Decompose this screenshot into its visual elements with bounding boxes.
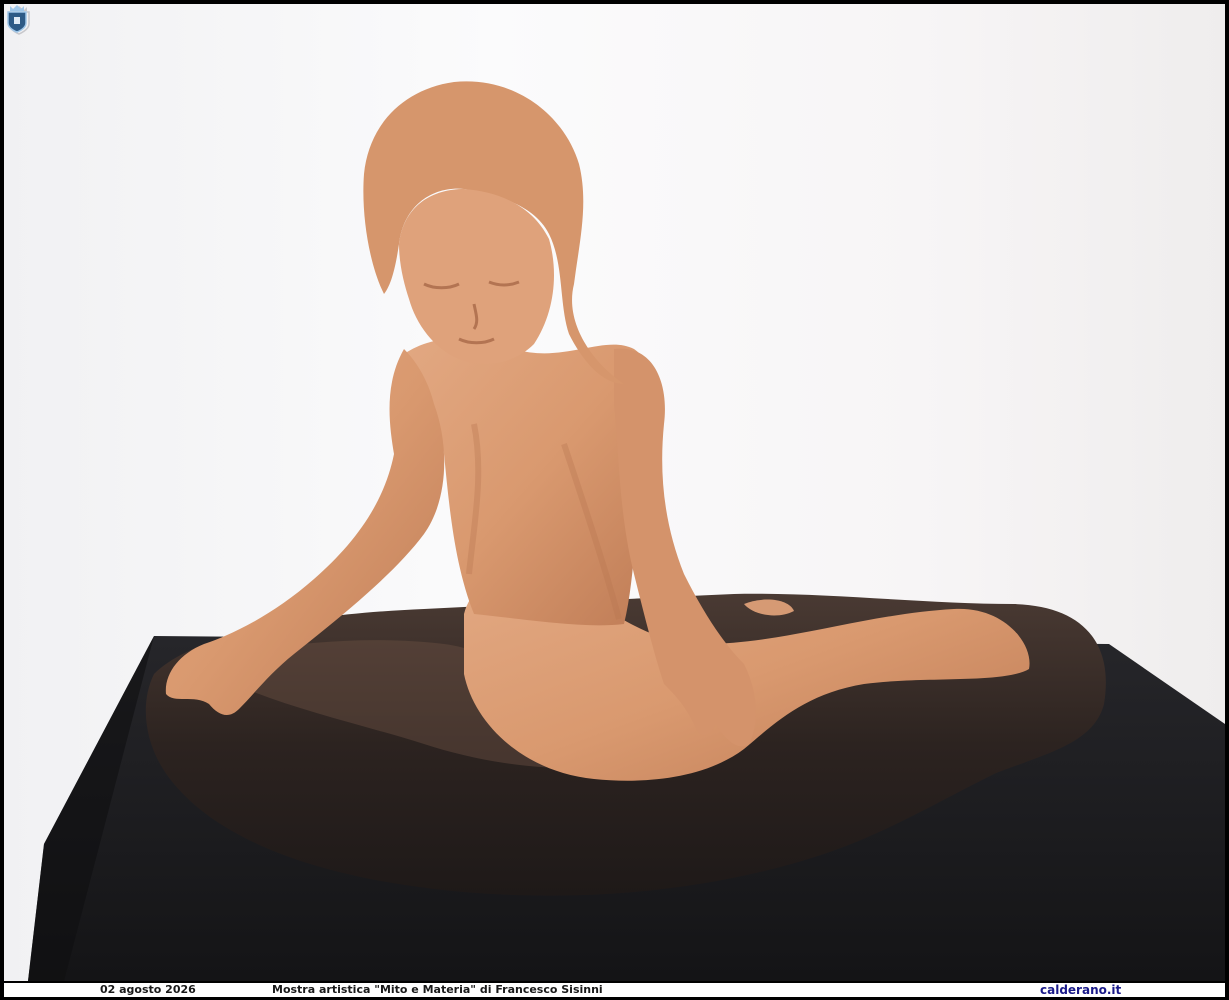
- photo-frame: 02 agosto 2026 Mostra artistica "Mito e …: [0, 0, 1229, 1000]
- caption-date: 02 agosto 2026: [100, 983, 196, 996]
- caption-site-link[interactable]: calderano.it: [1040, 983, 1121, 997]
- coat-of-arms-logo-icon: [7, 5, 27, 33]
- caption-bar: 02 agosto 2026 Mostra artistica "Mito e …: [4, 983, 1225, 997]
- sculpture-face: [399, 189, 554, 364]
- caption-title: Mostra artistica "Mito e Materia" di Fra…: [272, 983, 603, 996]
- sculpture-illustration: [28, 81, 1225, 981]
- sculpture-photo: [4, 4, 1225, 981]
